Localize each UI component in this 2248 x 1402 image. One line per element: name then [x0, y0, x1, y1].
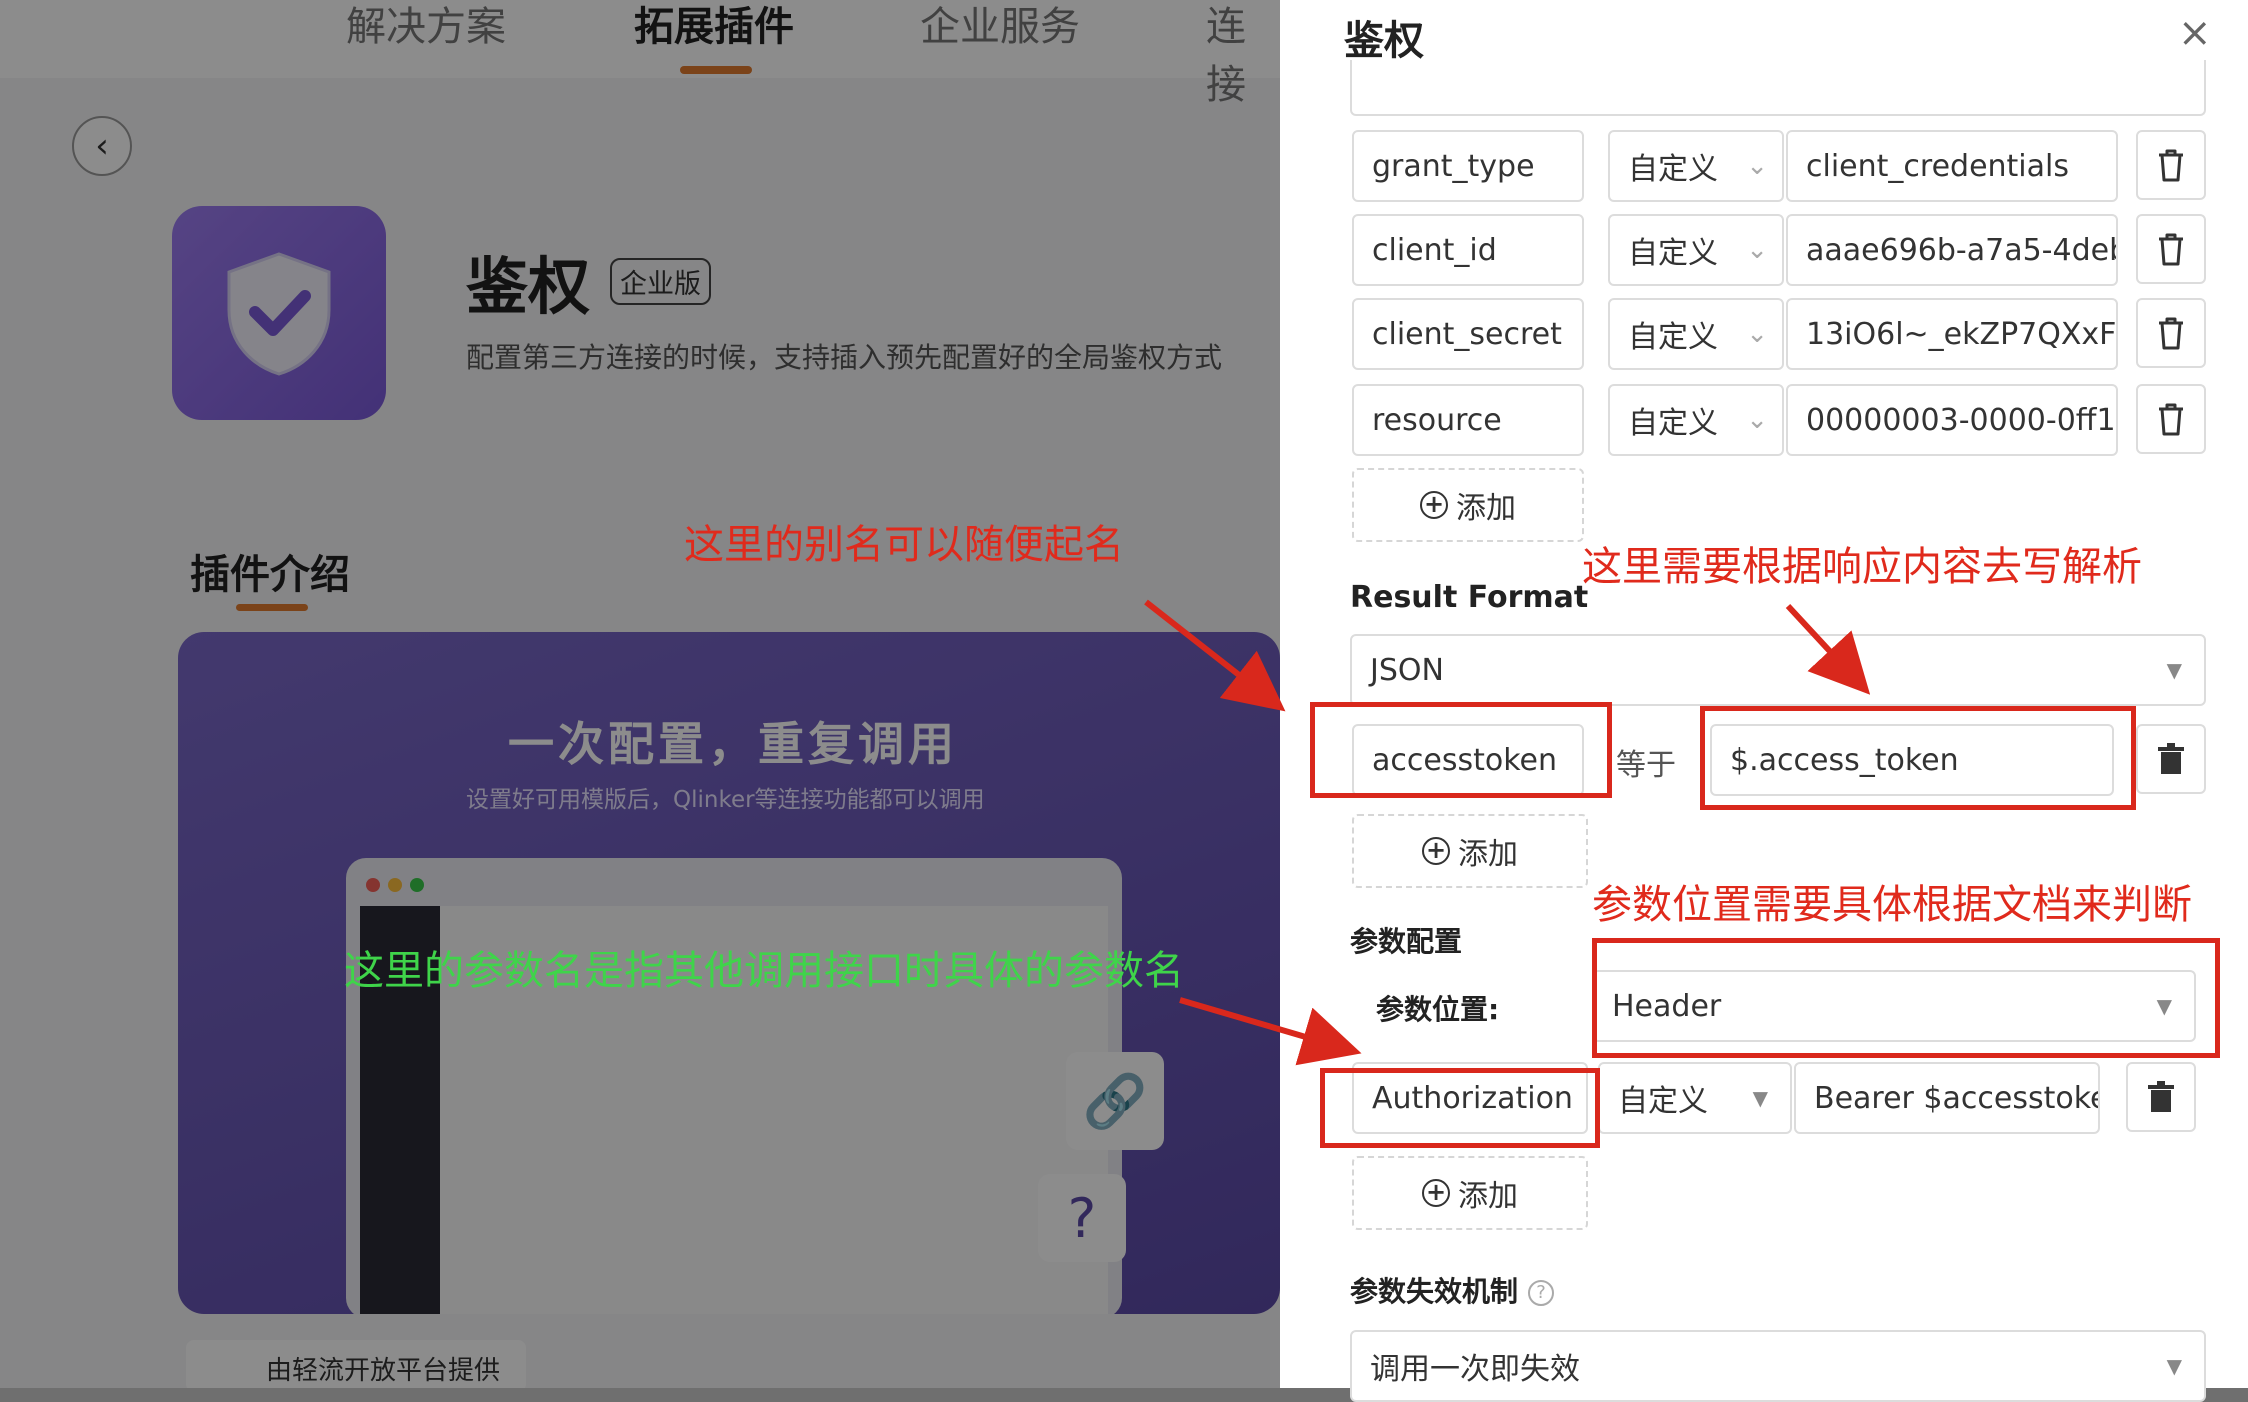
annotation-arrows: [1144, 599, 1871, 1066]
arrow-alias: [1144, 599, 1286, 712]
arrow-parse: [1785, 603, 1871, 695]
arrow-param-name: [1179, 997, 1362, 1066]
